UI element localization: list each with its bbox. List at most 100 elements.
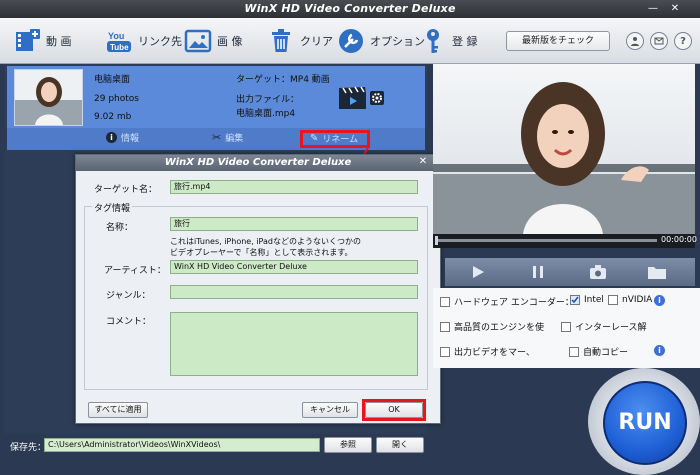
autocopy-label: 自動コピー: [583, 348, 629, 358]
comment-textarea[interactable]: [170, 312, 418, 376]
edit-label: 編集: [225, 134, 244, 144]
deinterlace-checkbox[interactable]: [561, 321, 571, 332]
wrench-icon: [336, 26, 366, 56]
nvidia-label: nVIDIA: [622, 295, 653, 305]
add-photo-label: 画 像: [217, 35, 243, 48]
add-video-button[interactable]: 動 画: [12, 24, 72, 58]
nvidia-option[interactable]: nVIDIA: [608, 295, 652, 305]
name-hint-line2: ビデオプレーヤーで「名称」として表示されます。: [170, 248, 353, 257]
option-label: オプション: [370, 35, 425, 48]
dialog-title: WinX HD Video Converter Deluxe: [76, 155, 440, 171]
open-folder-button[interactable]: 開く: [376, 437, 424, 453]
pencil-icon: ✎: [310, 133, 319, 144]
save-to-label: 保存先：: [10, 443, 47, 453]
tag-info-heading: タグ情報: [92, 201, 133, 214]
cancel-button[interactable]: キャンセル: [302, 402, 358, 418]
toolbar: 動 画 You Tube リンク先 画 像 クリア オプション 登 録 最新版をチ…: [0, 18, 700, 64]
browse-button[interactable]: 参照: [324, 437, 372, 453]
hq-engine-option[interactable]: 高品質のエンジンを使: [440, 320, 544, 333]
rename-label: リネーム: [322, 135, 359, 145]
hw-info-icon[interactable]: i: [654, 295, 665, 306]
svg-text:Tube: Tube: [110, 43, 129, 52]
clapperboard-icon[interactable]: [338, 86, 368, 110]
edit-button[interactable]: ✂ 編集: [212, 131, 243, 144]
intel-checkbox[interactable]: [570, 295, 580, 305]
genre-input[interactable]: [170, 285, 418, 299]
help-icon[interactable]: ?: [674, 32, 692, 50]
youtube-icon: You Tube: [104, 26, 134, 56]
folder-icon[interactable]: [647, 264, 667, 280]
check-update-button[interactable]: 最新版をチェック: [506, 31, 610, 51]
hw-encoder-checkbox[interactable]: [440, 296, 450, 307]
account-icon[interactable]: [626, 32, 644, 50]
title-bar: WinX HD Video Converter Deluxe — ✕: [0, 0, 700, 18]
option-button[interactable]: オプション: [336, 24, 425, 58]
youtube-url-button[interactable]: You Tube リンク先: [104, 24, 182, 58]
mail-icon[interactable]: [650, 32, 668, 50]
preview-panel: [433, 64, 695, 234]
file-name: 电脑桌面: [94, 75, 131, 85]
name-hint-line1: これはiTunes, iPhone, iPadなどのようないくつかの: [170, 237, 361, 246]
file-size: 9.02 mb: [94, 112, 132, 122]
pause-icon[interactable]: [531, 265, 545, 279]
time-display: 00:00:00: [661, 235, 697, 244]
playback-controls: [445, 258, 695, 286]
deinterlace-option[interactable]: インターレース解: [561, 320, 647, 333]
autocopy-checkbox[interactable]: [569, 346, 579, 357]
check-icon: [571, 296, 579, 304]
hq-engine-checkbox[interactable]: [440, 321, 450, 332]
scissors-icon: ✂: [212, 131, 222, 144]
settings-gear-icon[interactable]: [370, 91, 384, 105]
merge-label: 出力ビデオをマー、: [454, 348, 535, 358]
merge-option[interactable]: 出力ビデオをマー、: [440, 345, 535, 358]
key-icon: [418, 26, 448, 56]
run-button[interactable]: RUN: [603, 381, 687, 465]
file-target: ターゲット：MP4 動画: [236, 75, 330, 85]
target-name-label: ターゲット名：: [94, 185, 158, 195]
artist-input[interactable]: WinX HD Video Converter Deluxe: [170, 260, 418, 274]
clear-button[interactable]: クリア: [266, 24, 333, 58]
target-name-input[interactable]: 旅行.mp4: [170, 180, 418, 194]
timeline-bar[interactable]: 00:00:00: [433, 234, 697, 248]
close-icon[interactable]: ✕: [668, 3, 682, 15]
timeline-track[interactable]: [435, 239, 657, 242]
nvidia-checkbox[interactable]: [608, 295, 618, 305]
intel-option[interactable]: Intel: [570, 295, 604, 305]
timeline-thumb[interactable]: [435, 236, 438, 245]
autocopy-info-icon[interactable]: i: [654, 345, 665, 356]
preview-image: [433, 64, 695, 234]
rename-content: ✎ リネーム: [310, 132, 358, 145]
camera-icon[interactable]: [589, 264, 607, 280]
save-path-input[interactable]: C:\Users\Administrator\Videos\WinXVideos…: [44, 438, 320, 452]
trash-icon: [266, 26, 296, 56]
dialog-close-icon[interactable]: ✕: [416, 156, 430, 170]
youtube-label: リンク先: [138, 35, 182, 48]
add-video-label: 動 画: [46, 35, 72, 48]
comment-label: コメント：: [106, 317, 152, 327]
svg-text:You: You: [108, 31, 124, 41]
info-icon: i: [106, 132, 117, 143]
info-button[interactable]: i 情報: [106, 131, 139, 144]
hw-encoder-label: ハードウェア エンコーダー：: [454, 298, 574, 308]
add-photo-button[interactable]: 画 像: [183, 24, 243, 58]
apply-all-button[interactable]: すべてに適用: [88, 402, 148, 418]
info-label: 情報: [121, 134, 140, 144]
output-label: 出力ファイル：: [236, 95, 300, 105]
name-input[interactable]: 旅行: [170, 217, 418, 231]
intel-label: Intel: [584, 295, 604, 305]
window-title: WinX HD Video Converter Deluxe: [244, 2, 456, 15]
hw-encoder-row: ハードウェア エンコーダー：: [440, 295, 574, 308]
play-icon[interactable]: [471, 265, 485, 279]
file-count: 29 photos: [94, 94, 139, 104]
register-button[interactable]: 登 録: [418, 24, 478, 58]
register-label: 登 録: [452, 35, 478, 48]
minimize-icon[interactable]: —: [646, 3, 660, 15]
autocopy-option[interactable]: 自動コピー: [569, 345, 628, 358]
file-thumbnail: [14, 69, 83, 126]
ok-button[interactable]: OK: [365, 402, 423, 418]
photo-icon: [183, 26, 213, 56]
merge-checkbox[interactable]: [440, 346, 450, 357]
clear-label: クリア: [300, 35, 333, 48]
hq-engine-label: 高品質のエンジンを使: [454, 323, 545, 333]
name-label: 名称：: [106, 223, 134, 233]
